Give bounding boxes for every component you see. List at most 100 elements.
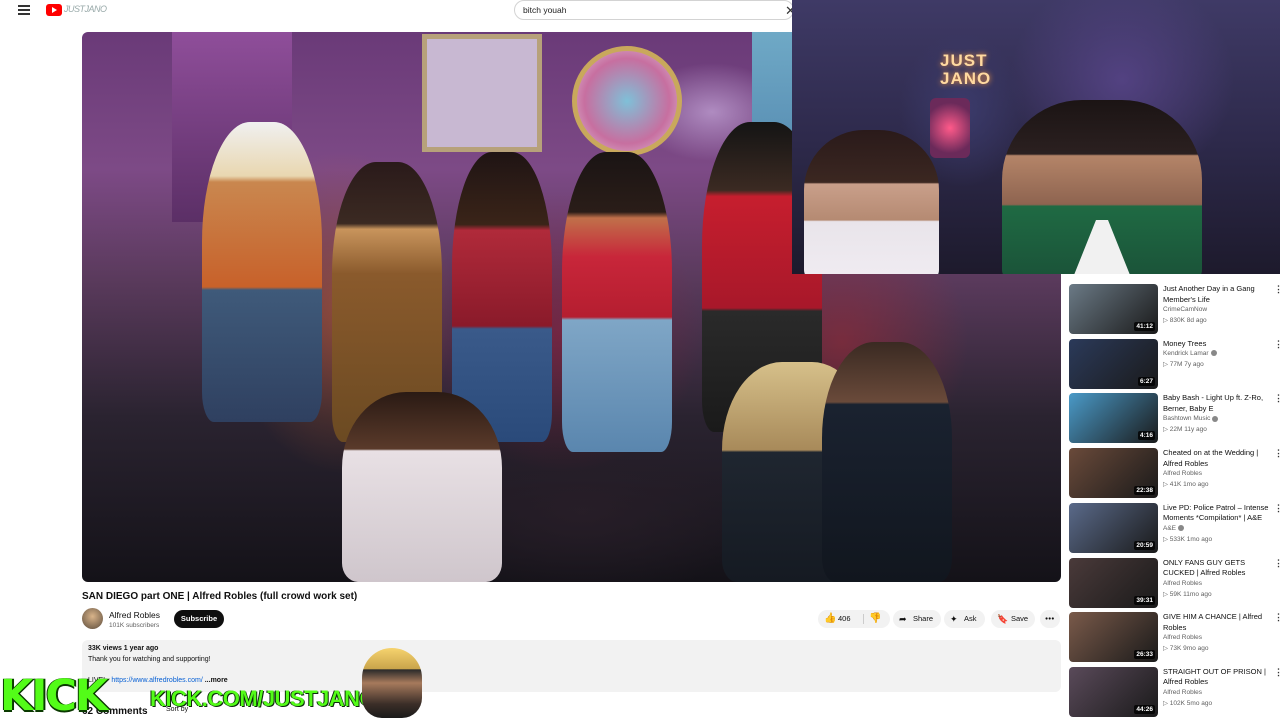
video-thumbnail[interactable]: 6:27 [1069, 338, 1158, 389]
recommendation-title[interactable]: Cheated on at the Wedding | Alfred Roble… [1163, 448, 1273, 469]
more-actions-button[interactable]: ••• [1040, 610, 1060, 628]
view-count-date: 33K views 1 year ago [88, 645, 159, 652]
more-options-icon[interactable]: ⋮ [1274, 503, 1280, 514]
recommendation-item[interactable]: 44:26 STRAIGHT OUT OF PRISON | Alfred Rob… [1069, 666, 1280, 717]
channel-avatar[interactable] [82, 608, 103, 629]
video-thumbnail[interactable]: 26:33 [1069, 612, 1158, 663]
kick-logo: KICK [0, 671, 108, 720]
channel-name-text: Bashtown Music [1163, 415, 1211, 423]
ask-label: Ask [964, 614, 977, 623]
neon-decor [930, 98, 970, 158]
search-input[interactable]: bitch youah ✕ [514, 0, 796, 20]
recommendation-item[interactable]: 41:12 Just Another Day in a Gang Member's… [1069, 284, 1280, 334]
divider [863, 614, 864, 624]
recommendation-title[interactable]: Just Another Day in a Gang Member's Life [1163, 284, 1273, 305]
bookmark-icon: 🔖 [997, 614, 1009, 624]
recommendation-title[interactable]: GIVE HIM A CHANCE | Alfred Robles [1163, 612, 1273, 633]
subscribe-button[interactable]: Subscribe [174, 610, 224, 628]
ask-button[interactable]: ✦ Ask [944, 610, 985, 628]
recommendation-stats: ▷ 41K 1mo ago [1163, 481, 1209, 489]
like-dislike-group: 👍 406 👎 [818, 610, 890, 628]
video-thumbnail[interactable]: 4:16 [1069, 393, 1158, 444]
verified-badge-icon [1210, 349, 1217, 356]
neon-sign: JUST JANO [940, 52, 991, 88]
recommendation-item[interactable]: 20:59 Live PD: Police Patrol – Intense Mo… [1069, 502, 1280, 553]
video-thumbnail[interactable]: 44:26 [1069, 666, 1158, 717]
recommendation-title[interactable]: Money Trees [1163, 339, 1273, 350]
channel-name-text: Alfred Robles [1163, 470, 1203, 478]
share-button[interactable]: ➦ Share [893, 610, 941, 628]
recommendation-channel[interactable]: CrimeCamNow [1163, 306, 1207, 313]
description-text: Thank you for watching and supporting! [88, 656, 211, 663]
save-button[interactable]: 🔖 Save [991, 610, 1035, 628]
recommendation-title[interactable]: Live PD: Police Patrol – Intense Moments… [1163, 503, 1273, 524]
recommendation-channel[interactable]: Kendrick Lamar [1163, 350, 1217, 357]
kick-banner: KICK KICK.COM/JUSTJANOTV [0, 648, 422, 720]
share-label: Share [913, 614, 934, 623]
more-options-icon[interactable]: ⋮ [1274, 339, 1280, 350]
recommendation-stats: ▷ 102K 5mo ago [1163, 699, 1213, 707]
share-icon: ➦ [899, 614, 907, 624]
recommendation-channel[interactable]: A&E [1163, 524, 1185, 532]
recommendation-stats: ▷ 77M 7y ago [1163, 360, 1204, 368]
recommendation-item[interactable]: 39:31 ONLY FANS GUY GETS CUCKED | Alfred … [1069, 557, 1280, 608]
recommendation-channel[interactable]: Bashtown Music [1163, 415, 1219, 423]
channel-name-text: Alfred Robles [1163, 688, 1203, 696]
video-title: SAN DIEGO part ONE | Alfred Robles (full… [82, 591, 358, 602]
streamer-avatar-image [362, 648, 422, 718]
recommendation-channel[interactable]: Alfred Robles [1163, 634, 1202, 641]
webcam-person-left [804, 130, 939, 274]
video-thumbnail[interactable]: 39:31 [1069, 557, 1158, 608]
recommendation-item[interactable]: 22:38 Cheated on at the Wedding | Alfred … [1069, 448, 1280, 499]
verified-badge-icon [1212, 415, 1219, 422]
like-icon[interactable]: 👍 [824, 610, 836, 628]
youtube-logo-icon[interactable] [46, 4, 62, 16]
more-options-icon[interactable]: ⋮ [1274, 612, 1280, 623]
recommendation-stats: ▷ 73K 9mo ago [1163, 645, 1209, 653]
video-duration: 22:38 [1134, 486, 1155, 496]
more-options-icon[interactable]: ⋮ [1274, 284, 1280, 295]
neon-sign-text: JUST JANO [940, 51, 992, 88]
search-query[interactable]: bitch youah [523, 5, 566, 15]
recommendation-stats: ▷ 59K 11mo ago [1163, 590, 1212, 598]
recommendation-channel[interactable]: Alfred Robles [1163, 470, 1202, 477]
more-options-icon[interactable]: ⋮ [1274, 448, 1280, 459]
recommendation-stats: ▷ 22M 11y ago [1163, 426, 1207, 434]
dislike-icon[interactable]: 👎 [869, 610, 881, 628]
video-thumbnail[interactable]: 22:38 [1069, 448, 1158, 499]
video-thumbnail[interactable]: 20:59 [1069, 502, 1158, 553]
channel-name-text: A&E [1163, 524, 1177, 532]
recommendation-item[interactable]: 26:33 GIVE HIM A CHANCE | Alfred Robles Al… [1069, 612, 1280, 663]
video-duration: 20:59 [1134, 540, 1155, 550]
recommendation-title[interactable]: Baby Bash - Light Up ft. Z-Ro, Berner, B… [1163, 393, 1273, 414]
more-options-icon[interactable]: ⋮ [1274, 393, 1280, 404]
save-label: Save [1011, 614, 1029, 623]
video-duration: 39:31 [1134, 595, 1155, 605]
video-thumbnail[interactable]: 41:12 [1069, 284, 1158, 334]
like-count[interactable]: 406 [838, 610, 851, 628]
video-duration: 41:12 [1134, 322, 1155, 331]
subscriber-count: 101K subscribers [109, 622, 160, 629]
more-options-icon[interactable]: ⋮ [1274, 558, 1280, 569]
recommendation-channel[interactable]: Alfred Robles [1163, 689, 1202, 696]
webcam-person-right [1002, 100, 1202, 274]
recommendation-channel[interactable]: Alfred Robles [1163, 580, 1202, 587]
channel-name[interactable]: Alfred Robles [109, 610, 160, 620]
video-duration: 6:27 [1137, 376, 1155, 386]
recommendation-stats: ▷ 830K 8d ago [1163, 317, 1207, 324]
recommendation-item[interactable]: 4:16 Baby Bash - Light Up ft. Z-Ro, Berne… [1069, 393, 1280, 444]
more-options-icon[interactable]: ⋮ [1274, 667, 1280, 678]
video-duration: 4:16 [1137, 431, 1155, 441]
video-duration: 44:26 [1134, 704, 1155, 714]
recommendation-title[interactable]: STRAIGHT OUT OF PRISON | Alfred Robles [1163, 667, 1273, 688]
channel-name-text: Kendrick Lamar [1163, 349, 1209, 357]
hamburger-menu-icon[interactable] [18, 5, 30, 15]
channel-name-text: CrimeCamNow [1163, 306, 1208, 313]
streamer-webcam: JUST JANO [792, 0, 1280, 274]
recommendation-title[interactable]: ONLY FANS GUY GETS CUCKED | Alfred Roble… [1163, 558, 1273, 579]
channel-name-text: Alfred Robles [1163, 579, 1203, 587]
logo-text: JUSTJANO [64, 4, 107, 14]
recommendation-item[interactable]: 6:27 Money Trees Kendrick Lamar ▷ 77M 7y ag… [1069, 338, 1280, 389]
channel-name-text: Alfred Robles [1163, 634, 1203, 642]
sparkle-icon: ✦ [950, 614, 958, 624]
